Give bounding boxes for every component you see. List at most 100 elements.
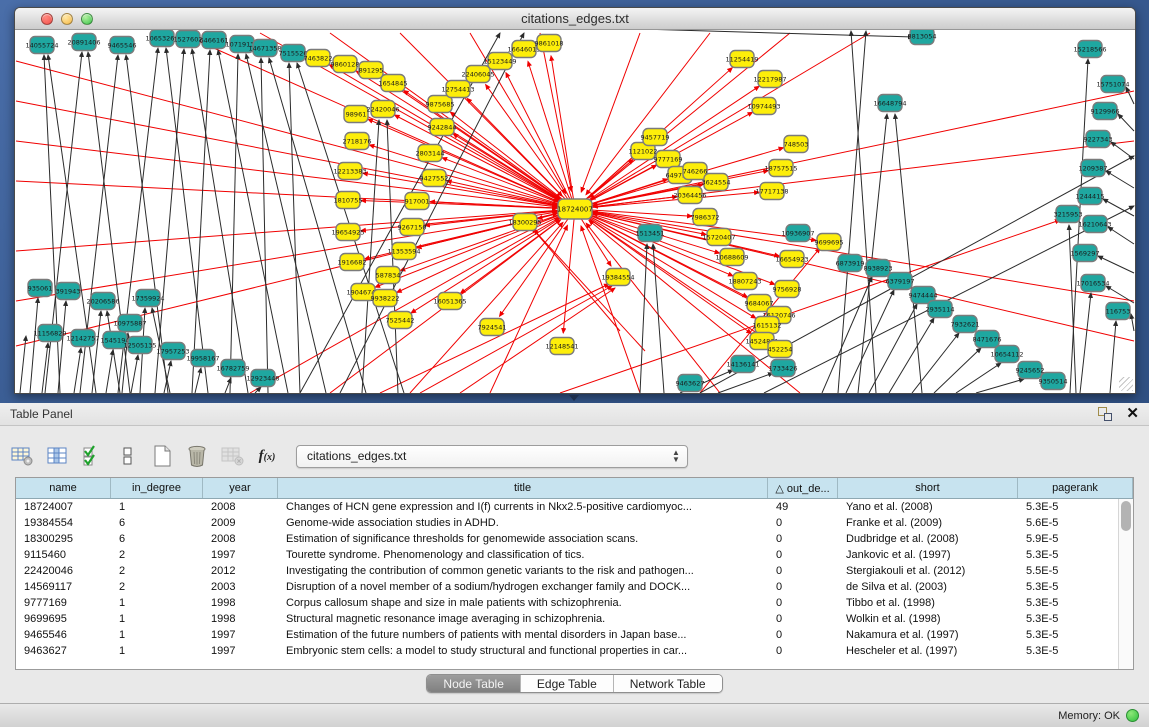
function-builder-icon[interactable]: f(x) (254, 444, 280, 468)
graph-node[interactable]: 452254 (768, 341, 793, 358)
graph-node[interactable]: 391943 (56, 283, 81, 300)
tab-network-table[interactable]: Network Table (614, 675, 722, 692)
row-options-icon[interactable] (114, 444, 140, 468)
graph-node[interactable]: 6466161 (200, 32, 229, 49)
graph-node[interactable]: 10936907 (781, 225, 814, 242)
window-titlebar[interactable]: citations_edges.txt (15, 8, 1135, 30)
graph-node[interactable]: 14671358 (248, 40, 281, 57)
graph-node[interactable]: 116753 (1106, 303, 1131, 320)
graph-node[interactable]: 9457719 (641, 129, 670, 146)
table-source-select[interactable]: citations_edges.txt ▲▼ (296, 445, 688, 468)
graph-node[interactable]: 1569297 (1071, 245, 1100, 262)
graph-node[interactable]: 14136141 (726, 356, 759, 373)
graph-node[interactable]: 11254419 (725, 51, 758, 68)
graph-node[interactable]: 1654845 (379, 75, 408, 92)
split-pane-handle[interactable] (569, 395, 579, 401)
column-header-in-degree[interactable]: in_degree (111, 478, 203, 498)
graph-node[interactable]: 22420046 (366, 101, 399, 118)
table-row[interactable]: 1938455462009Genome-wide association stu… (16, 515, 1133, 531)
select-columns-icon[interactable] (79, 444, 105, 468)
graph-node[interactable]: 1615132 (753, 317, 782, 334)
table-scrollbar[interactable] (1118, 499, 1133, 669)
graph-node[interactable]: 10975887 (113, 315, 146, 332)
graph-node[interactable]: 9777169 (654, 151, 683, 168)
graph-node[interactable]: 8813054 (908, 30, 937, 45)
column-header-title[interactable]: title (278, 478, 768, 498)
graph-node[interactable]: 16782759 (216, 360, 249, 377)
graph-node[interactable]: 9699695 (815, 234, 844, 251)
scrollbar-thumb[interactable] (1121, 501, 1131, 531)
graph-node[interactable]: 6379197 (886, 273, 915, 290)
graph-node[interactable]: 9860128 (331, 56, 360, 73)
column-header-year[interactable]: year (203, 478, 278, 498)
graph-node[interactable]: 1916682 (338, 254, 367, 271)
graph-node[interactable]: 9465546 (108, 37, 137, 54)
graph-node[interactable]: 587834 (376, 267, 401, 284)
graph-node[interactable]: 9245652 (1016, 362, 1045, 379)
graph-node[interactable]: 7463822 (304, 50, 333, 67)
graph-node[interactable]: 7986372 (691, 209, 720, 226)
column-header-out-de-[interactable]: △ out_de... (768, 478, 838, 498)
graph-node[interactable]: 12505135 (123, 337, 156, 354)
delete-icon[interactable] (184, 444, 210, 468)
graph-node[interactable]: 10974493 (747, 98, 780, 115)
graph-node[interactable]: 15751074 (1096, 76, 1129, 93)
tab-node-table[interactable]: Node Table (427, 675, 521, 692)
table-row[interactable]: 946362711997Embryonic stem cells: a mode… (16, 643, 1133, 659)
graph-node[interactable]: 7525442 (386, 312, 415, 329)
close-panel-icon[interactable]: ✕ (1126, 407, 1139, 421)
zoom-window-icon[interactable] (81, 13, 93, 25)
graph-node[interactable]: 17957253 (156, 343, 189, 360)
graph-node[interactable]: 7932621 (951, 316, 980, 333)
graph-node[interactable]: 748503 (784, 136, 809, 153)
table-row[interactable]: 2242004622012Investigating the contribut… (16, 563, 1133, 579)
graph-node[interactable]: 12213383 (333, 163, 366, 180)
graph-node[interactable]: 11353594 (387, 243, 420, 260)
network-view-window[interactable]: citations_edges.txt 14055724208914069465… (14, 7, 1136, 394)
graph-node[interactable]: 1733426 (769, 360, 798, 377)
graph-node[interactable]: 1513451 (636, 225, 665, 242)
graph-node[interactable]: 6873919 (836, 255, 865, 272)
graph-node[interactable]: 98961 (344, 106, 368, 123)
graph-node[interactable]: 7924541 (478, 319, 507, 336)
graph-node[interactable]: 9242844 (428, 119, 457, 136)
tab-edge-table[interactable]: Edge Table (521, 675, 614, 692)
citation-network-graph[interactable]: 1405572420891406946554610653267152760264… (15, 30, 1135, 393)
minimize-window-icon[interactable] (61, 13, 73, 25)
graph-node[interactable]: 16654923 (775, 251, 808, 268)
graph-node[interactable]: 16648794 (873, 95, 906, 112)
graph-node[interactable]: 17717138 (755, 183, 788, 200)
graph-node[interactable]: 8471676 (973, 331, 1002, 348)
graph-node[interactable]: 9756928 (773, 281, 802, 298)
graph-node[interactable]: 15218566 (1073, 41, 1106, 58)
show-columns-icon[interactable] (44, 444, 70, 468)
graph-node[interactable]: 935061 (28, 280, 53, 297)
graph-node[interactable]: 10688609 (715, 249, 748, 266)
graph-node[interactable]: 16051365 (433, 293, 466, 310)
graph-node[interactable]: 19654925 (331, 224, 364, 241)
graph-node[interactable]: 917001 (405, 193, 430, 210)
table-row[interactable]: 1830029562008Estimation of significance … (16, 531, 1133, 547)
graph-node[interactable]: 12923448 (246, 370, 279, 387)
graph-node[interactable]: 9350514 (1039, 373, 1068, 390)
graph-node[interactable]: 9463627 (676, 375, 705, 392)
graph-node[interactable]: 8938923 (864, 260, 893, 277)
graph-node[interactable]: 17016534 (1076, 275, 1109, 292)
new-document-icon[interactable] (149, 444, 175, 468)
graph-node[interactable]: 2803144 (416, 145, 445, 162)
graph-node[interactable]: 15123449 (483, 53, 516, 70)
graph-node[interactable]: 1810755 (334, 192, 363, 209)
column-header-short[interactable]: short (838, 478, 1018, 498)
table-settings-icon[interactable] (9, 444, 35, 468)
graph-node[interactable]: 12142757 (66, 330, 99, 347)
graph-node[interactable]: 891295 (359, 62, 384, 79)
graph-node[interactable]: 3215953 (1054, 206, 1083, 223)
graph-node[interactable]: 3624554 (702, 174, 731, 191)
close-window-icon[interactable] (41, 13, 53, 25)
table-row[interactable]: 977716911998Corpus callosum shape and si… (16, 595, 1133, 611)
graph-node[interactable]: 12148541 (545, 338, 578, 355)
graph-node[interactable]: 9861018 (535, 35, 564, 52)
graph-node[interactable]: 16210643 (1078, 216, 1111, 233)
graph-node[interactable]: 19384554 (601, 269, 634, 286)
graph-node[interactable]: 12217987 (753, 71, 786, 88)
